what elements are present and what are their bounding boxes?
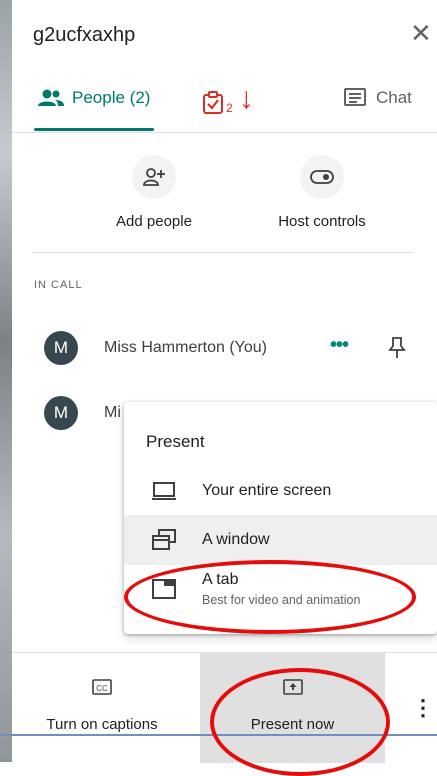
present-option-label: A window xyxy=(202,531,270,548)
add-people-label: Add people xyxy=(116,213,192,230)
captions-icon: CC xyxy=(92,679,112,695)
tab-tasks[interactable]: 2 ↓ xyxy=(202,82,254,116)
present-option-window[interactable]: A window xyxy=(124,515,437,565)
meeting-title: g2ucfxaxhp xyxy=(33,24,136,46)
actions-divider xyxy=(32,252,412,253)
add-person-icon xyxy=(143,168,165,186)
participant-name: Mi xyxy=(104,404,121,421)
host-controls-button[interactable]: Host controls xyxy=(252,155,392,230)
svg-text:CC: CC xyxy=(96,684,108,693)
in-call-heading: IN CALL xyxy=(34,279,83,291)
tasks-icon xyxy=(203,91,223,114)
people-icon xyxy=(38,89,64,106)
tab-people-label: People (2) xyxy=(72,88,151,107)
window-icon xyxy=(152,529,176,550)
tab-chat[interactable]: Chat xyxy=(344,88,412,108)
tab-chat-label: Chat xyxy=(376,88,412,107)
captions-button[interactable]: CC Turn on captions xyxy=(22,653,182,763)
annotation-arrow-icon: ↓ xyxy=(238,82,254,115)
background-video-strip xyxy=(0,0,12,762)
chat-icon xyxy=(344,88,366,106)
host-controls-label: Host controls xyxy=(278,213,366,230)
toggle-icon xyxy=(310,170,334,184)
monitor-icon xyxy=(152,482,176,500)
tab-people[interactable]: People (2) xyxy=(38,88,150,108)
more-options-icon[interactable]: ⋮ xyxy=(412,695,434,721)
meeting-details-panel: g2ucfxaxhp ✕ People (2) 2 ↓ Chat Add peo… xyxy=(12,0,437,763)
participant-row[interactable]: M Miss Hammerton (You) ••• xyxy=(44,330,424,366)
annotation-circle-tab xyxy=(124,560,416,634)
present-option-label: Your entire screen xyxy=(202,482,332,499)
annotation-circle-present xyxy=(210,668,390,776)
present-option-entire-screen[interactable]: Your entire screen xyxy=(124,466,437,516)
pin-icon[interactable] xyxy=(388,336,406,360)
participant-name: Miss Hammerton (You) xyxy=(104,339,268,356)
present-menu-title: Present xyxy=(146,432,205,451)
add-people-icon-bg xyxy=(132,155,176,199)
avatar: M xyxy=(44,331,78,365)
active-tab-indicator xyxy=(34,128,154,131)
add-people-button[interactable]: Add people xyxy=(84,155,224,230)
host-controls-icon-bg xyxy=(300,155,344,199)
avatar: M xyxy=(44,396,78,430)
close-icon[interactable]: ✕ xyxy=(410,20,432,46)
captions-label: Turn on captions xyxy=(46,716,158,733)
more-options-icon[interactable]: ••• xyxy=(330,334,349,357)
tasks-count: 2 xyxy=(226,101,233,115)
tabs-divider xyxy=(12,132,437,133)
